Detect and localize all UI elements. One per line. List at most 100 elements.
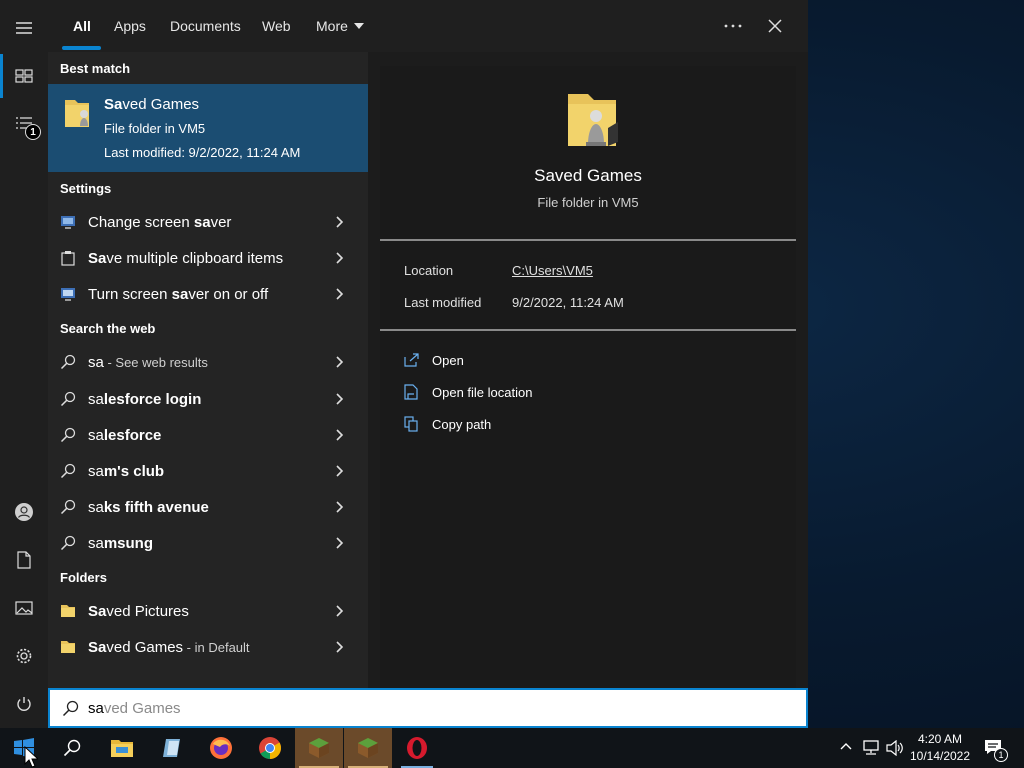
file-explorer-icon [111, 740, 133, 757]
chevron-right-icon [336, 393, 344, 405]
account-button[interactable] [0, 490, 48, 534]
screen-saver-icon [61, 288, 75, 301]
open-external-icon [404, 353, 419, 367]
search-box[interactable]: saved Games [48, 688, 808, 728]
volume-icon[interactable] [886, 740, 904, 756]
chevron-right-icon [336, 216, 344, 228]
open-file-location-action[interactable]: Open file location [404, 382, 532, 402]
search-icon [60, 354, 76, 370]
preview-pane: Saved Games File folder in VM5 Location … [380, 66, 796, 688]
preview-subtitle: File folder in VM5 [537, 195, 639, 210]
web-result-label: sam's club [88, 462, 165, 480]
minecraft-taskbar-button-2[interactable] [344, 728, 392, 768]
setting-label: Turn screen saver on or off [88, 285, 269, 303]
chrome-taskbar-button[interactable] [246, 728, 294, 768]
search-autocomplete: ved Games [103, 700, 181, 717]
opera-icon [407, 737, 427, 759]
copy-icon [404, 416, 418, 432]
web-result-label: salesforce [88, 426, 162, 444]
search-icon [60, 535, 76, 551]
chevron-right-icon [336, 641, 344, 653]
tab-apps[interactable]: Apps [114, 0, 146, 52]
minecraft-taskbar-button-1[interactable] [295, 728, 343, 768]
web-result-label: salesforce login [88, 390, 202, 408]
app-taskbar-button[interactable] [148, 728, 196, 768]
pictures-button[interactable] [0, 586, 48, 630]
tab-all[interactable]: All [73, 0, 91, 52]
setting-item-turn-screen-saver[interactable]: Turn screen saver on or off [48, 276, 368, 312]
search-icon [63, 739, 81, 757]
open-action[interactable]: Open [404, 350, 464, 370]
tab-more[interactable]: More [316, 0, 364, 52]
folder-item-saved-games[interactable]: Saved Games - in Default [48, 629, 368, 665]
document-icon [17, 551, 31, 569]
chevron-right-icon [336, 605, 344, 617]
folders-heading: Folders [60, 570, 107, 585]
chevron-right-icon [336, 501, 344, 513]
hamburger-icon [16, 22, 32, 34]
action-center-button[interactable]: 1 [978, 728, 1018, 768]
setting-label: Save multiple clipboard items [88, 249, 284, 267]
web-result-see-results[interactable]: sa - See web results [48, 344, 368, 380]
copy-path-action[interactable]: Copy path [404, 414, 491, 434]
open-action-label: Open [432, 352, 464, 368]
close-button[interactable] [768, 0, 782, 52]
chevron-right-icon [336, 537, 344, 549]
tab-more-label: More [316, 18, 348, 34]
best-match-location: File folder in VM5 [104, 121, 206, 136]
setting-item-change-screen-saver[interactable]: Change screen saver [48, 204, 368, 240]
home-grid-icon [15, 69, 33, 83]
setting-label: Change screen saver [88, 213, 232, 231]
notification-count-badge: 1 [994, 748, 1008, 762]
best-match-item[interactable]: Saved Games File folder in VM5 Last modi… [48, 84, 368, 172]
folder-label: Saved Games - in Default [88, 638, 250, 656]
tab-web[interactable]: Web [262, 0, 291, 52]
documents-button[interactable] [0, 538, 48, 582]
search-input[interactable]: saved Games [88, 700, 181, 717]
search-web-heading: Search the web [60, 321, 156, 336]
rail-notification-badge: 1 [25, 124, 41, 140]
copy-path-label: Copy path [432, 416, 492, 432]
active-tab-indicator [62, 46, 101, 50]
divider [380, 239, 796, 241]
firefox-taskbar-button[interactable] [197, 728, 245, 768]
web-result-item[interactable]: saks fifth avenue [48, 489, 368, 525]
activity-button[interactable] [0, 102, 48, 146]
web-result-item[interactable]: salesforce [48, 417, 368, 453]
settings-button[interactable] [0, 634, 48, 678]
location-label: Location [404, 263, 454, 278]
start-left-rail: 1 [0, 0, 48, 728]
more-options-button[interactable] [724, 0, 742, 52]
home-button[interactable] [0, 54, 48, 98]
network-icon[interactable] [862, 740, 880, 756]
web-result-item[interactable]: salesforce login [48, 381, 368, 417]
folder-games-icon [65, 100, 89, 127]
search-icon [60, 391, 76, 407]
web-result-item[interactable]: sam's club [48, 453, 368, 489]
hamburger-menu-button[interactable] [0, 6, 48, 50]
clock-time[interactable]: 4:20 AM [912, 732, 968, 746]
search-typed-text: sa [88, 700, 104, 717]
clock-date[interactable]: 10/14/2022 [906, 749, 974, 763]
chevron-right-icon [336, 429, 344, 441]
best-match-title: Saved Games [104, 96, 200, 113]
taskbar-search-button[interactable] [48, 728, 96, 768]
location-link[interactable]: C:\Users\VM5 [512, 263, 593, 278]
results-list: Best match Saved Games File folder in VM… [48, 52, 368, 688]
setting-item-clipboard[interactable]: Save multiple clipboard items [48, 240, 368, 276]
web-result-item[interactable]: samsung [48, 525, 368, 561]
close-icon [768, 19, 782, 33]
best-match-modified: Last modified: 9/2/2022, 11:24 AM [104, 145, 301, 160]
minecraft-block-icon [309, 738, 329, 758]
opera-taskbar-button[interactable] [393, 728, 441, 768]
file-explorer-taskbar-button[interactable] [98, 728, 146, 768]
screen-saver-icon [61, 216, 75, 229]
chevron-up-icon[interactable] [840, 742, 852, 750]
power-button[interactable] [0, 682, 48, 726]
tab-documents[interactable]: Documents [170, 0, 241, 52]
folder-games-large-icon [568, 94, 618, 146]
folder-item-saved-pictures[interactable]: Saved Pictures [48, 593, 368, 629]
picture-icon [15, 601, 33, 615]
chevron-right-icon [336, 465, 344, 477]
settings-heading: Settings [60, 181, 112, 196]
